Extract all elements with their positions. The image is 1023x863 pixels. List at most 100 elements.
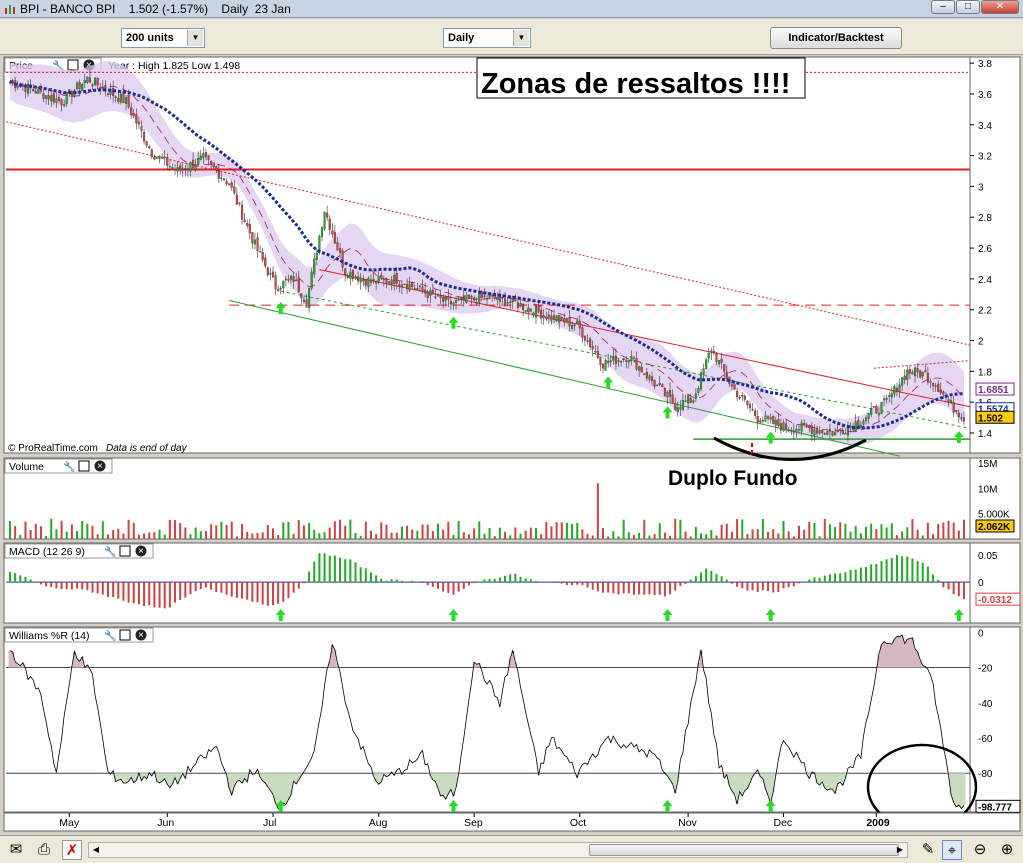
candle-body [697, 388, 700, 393]
candle-body [617, 359, 620, 362]
candle-body [687, 395, 690, 404]
volume-bar [174, 520, 177, 539]
candle-body [671, 394, 674, 404]
candle-body [643, 373, 646, 375]
volume-bar [101, 521, 104, 539]
candle-body [467, 294, 471, 299]
candle-body [197, 158, 200, 165]
y-tick-label: 10M [978, 484, 997, 495]
y-tick-label: 2.2 [978, 306, 992, 317]
macd-bar [488, 578, 491, 583]
volume-bar [581, 529, 584, 539]
volume-bar [550, 526, 553, 539]
candle-body [362, 279, 365, 281]
candle-body [158, 155, 161, 159]
candle-body [537, 306, 540, 313]
macd-bar [529, 579, 532, 583]
volume-bar [431, 531, 434, 539]
draw-tool-icon[interactable]: ✎ [918, 840, 938, 860]
volume-bar [509, 535, 512, 539]
volume-bar [426, 524, 429, 539]
candle-body [625, 360, 628, 362]
candle-body [648, 375, 651, 380]
candle-body [269, 272, 272, 275]
macd-bar [55, 582, 58, 589]
candle-body [289, 275, 293, 280]
minimize-button[interactable]: – [931, 0, 955, 14]
print-icon[interactable]: ⎙ [34, 840, 54, 860]
indicator-backtest-button[interactable]: Indicator/Backtest [770, 27, 902, 49]
delete-icon[interactable]: ✗ [62, 840, 82, 860]
volume-bar [24, 521, 27, 539]
volume-bar [215, 525, 218, 539]
candle-body [171, 167, 174, 169]
scroll-right-icon[interactable]: ▶ [893, 843, 907, 857]
volume-bar [261, 532, 264, 539]
horizontal-scrollbar[interactable]: ◀ ▶ [88, 842, 908, 858]
volume-bar [50, 518, 53, 539]
zoom-box-icon[interactable]: ⌖ [942, 840, 962, 860]
macd-bar [194, 582, 197, 592]
zoom-out-icon[interactable]: ⊖ [970, 840, 990, 860]
candle-body [406, 284, 409, 290]
candle-body [607, 361, 610, 363]
candle-body [50, 95, 53, 102]
candle-body [950, 400, 953, 403]
candle-body [166, 157, 169, 166]
candle-body [707, 353, 710, 359]
volume-bar [926, 522, 929, 539]
candle-body [331, 230, 334, 235]
macd-bar [906, 556, 909, 583]
macd-bar [34, 581, 37, 583]
volume-bar [220, 521, 223, 539]
candle-body [545, 316, 548, 319]
candle-body [723, 364, 726, 372]
x-tick-label: Nov [678, 817, 697, 829]
macd-bar [565, 582, 568, 586]
candle-body [161, 156, 164, 159]
candle-body [349, 271, 352, 279]
macd-bar [96, 582, 99, 594]
candle-body [772, 416, 775, 424]
units-select[interactable]: 200 units ▼ [121, 28, 205, 48]
macd-bar [313, 561, 316, 583]
volume-bar [364, 521, 367, 539]
candle-body [230, 182, 233, 188]
candle-body [192, 159, 195, 168]
candle-body [578, 320, 581, 329]
candle-body [782, 422, 785, 432]
scroll-left-icon[interactable]: ◀ [89, 843, 103, 857]
volume-bar [354, 532, 357, 539]
candle-body [769, 417, 772, 420]
chevron-down-icon: ▼ [187, 30, 203, 46]
macd-bar [158, 582, 161, 608]
maximize-button[interactable]: □ [956, 0, 980, 14]
volume-bar [772, 529, 775, 539]
volume-bar [844, 523, 847, 539]
candle-body [148, 146, 151, 149]
zoom-in-icon[interactable]: ⊕ [997, 840, 1017, 860]
interval-select[interactable]: Daily ▼ [443, 28, 531, 48]
macd-bar [658, 582, 661, 595]
volume-bar [302, 525, 305, 539]
candle-body [238, 202, 241, 205]
candle-body [960, 417, 963, 419]
candle-body [632, 357, 636, 359]
candle-body [645, 371, 648, 379]
macd-bar [241, 582, 244, 599]
volume-bar [504, 531, 507, 539]
close-button[interactable]: ✕ [981, 0, 1019, 14]
macd-bar [689, 579, 692, 583]
candle-body [83, 80, 86, 84]
scroll-thumb[interactable] [589, 844, 899, 856]
candle-body [96, 77, 99, 86]
candle-body [78, 82, 81, 90]
candle-body [372, 278, 375, 281]
macd-bar [220, 582, 223, 593]
volume-bar [921, 535, 924, 539]
candle-body [248, 224, 251, 234]
candle-body [552, 315, 556, 320]
mail-icon[interactable]: ✉ [6, 840, 26, 860]
volume-bar [235, 536, 238, 539]
candle-body [689, 397, 692, 403]
